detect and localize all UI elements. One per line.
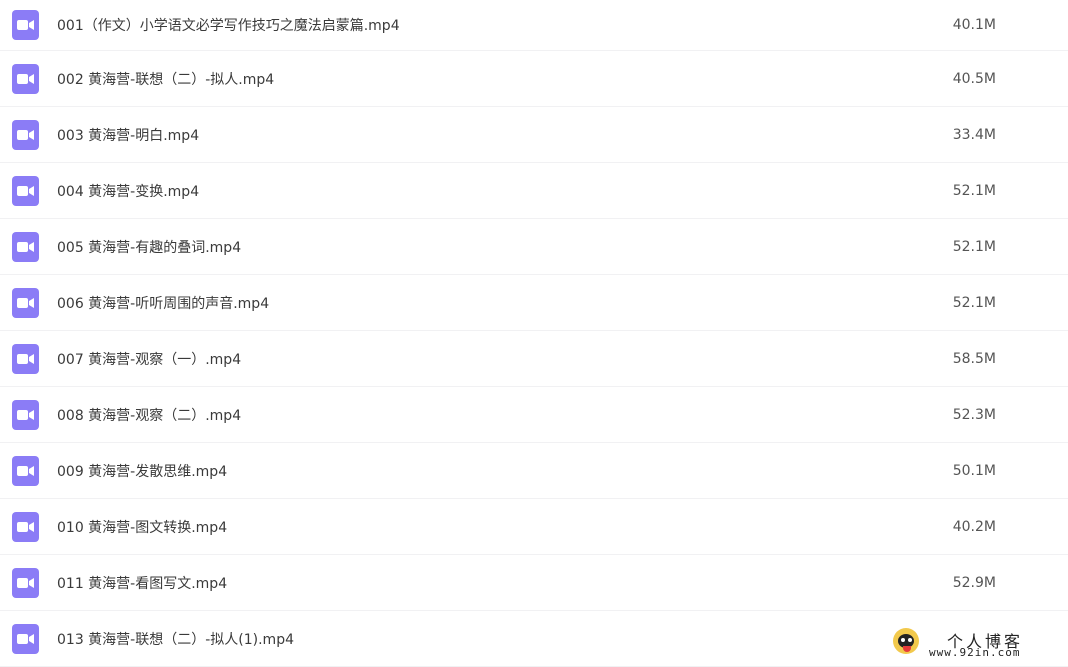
video-file-icon	[12, 511, 39, 542]
video-file-icon	[12, 10, 39, 40]
watermark: 个人博客 www.92in.com	[893, 628, 1063, 662]
video-file-icon	[12, 63, 39, 94]
file-size: 52.1M	[952, 182, 996, 199]
file-name: 006 黄海营-听听周围的声音.mp4	[57, 295, 270, 312]
file-row[interactable]: 003 黄海营-明白.mp4 33.4M	[0, 107, 1068, 163]
video-file-icon	[12, 231, 39, 262]
file-name: 002 黄海营-联想（二）-拟人.mp4	[57, 71, 275, 88]
video-file-icon	[12, 343, 39, 374]
video-file-icon	[12, 119, 39, 150]
file-name: 005 黄海营-有趣的叠词.mp4	[57, 239, 242, 256]
file-row[interactable]: 001（作文）小学语文必学写作技巧之魔法启蒙篇.mp4 40.1M	[0, 0, 1068, 51]
video-file-icon	[12, 399, 39, 430]
file-size: 52.3M	[952, 406, 996, 423]
file-row[interactable]: 010 黄海营-图文转换.mp4 40.2M	[0, 499, 1068, 555]
watermark-url: www.92in.com	[929, 646, 1021, 659]
file-name: 003 黄海营-明白.mp4	[57, 127, 200, 144]
file-size: 40.2M	[952, 518, 996, 535]
file-size: 33.4M	[952, 126, 996, 143]
video-file-icon	[12, 175, 39, 206]
file-size: 52.9M	[952, 574, 996, 591]
file-name: 009 黄海营-发散思维.mp4	[57, 463, 228, 480]
file-size: 58.5M	[952, 350, 996, 367]
file-row[interactable]: 011 黄海营-看图写文.mp4 52.9M	[0, 555, 1068, 611]
file-row[interactable]: 002 黄海营-联想（二）-拟人.mp4 40.5M	[0, 51, 1068, 107]
file-row[interactable]: 006 黄海营-听听周围的声音.mp4 52.1M	[0, 275, 1068, 331]
file-name: 010 黄海营-图文转换.mp4	[57, 519, 228, 536]
file-row[interactable]: 004 黄海营-变换.mp4 52.1M	[0, 163, 1068, 219]
file-size: 52.1M	[952, 238, 996, 255]
video-file-icon	[12, 455, 39, 486]
video-file-icon	[12, 287, 39, 318]
file-row[interactable]: 007 黄海营-观察（一）.mp4 58.5M	[0, 331, 1068, 387]
file-list: 001（作文）小学语文必学写作技巧之魔法启蒙篇.mp4 40.1M 002 黄海…	[0, 0, 1068, 667]
video-file-icon	[12, 623, 39, 654]
file-size: 40.1M	[952, 17, 996, 33]
file-row[interactable]: 009 黄海营-发散思维.mp4 50.1M	[0, 443, 1068, 499]
file-size: 52.1M	[952, 294, 996, 311]
file-name: 007 黄海营-观察（一）.mp4	[57, 351, 242, 368]
watermark-logo-icon	[893, 628, 919, 654]
file-size: 50.1M	[952, 462, 996, 479]
file-name: 013 黄海营-联想（二）-拟人(1).mp4	[57, 631, 294, 648]
video-file-icon	[12, 567, 39, 598]
file-row[interactable]: 008 黄海营-观察（二）.mp4 52.3M	[0, 387, 1068, 443]
file-name: 011 黄海营-看图写文.mp4	[57, 575, 228, 592]
file-row[interactable]: 005 黄海营-有趣的叠词.mp4 52.1M	[0, 219, 1068, 275]
file-name: 004 黄海营-变换.mp4	[57, 183, 200, 200]
file-size: 40.5M	[952, 70, 996, 87]
file-name: 008 黄海营-观察（二）.mp4	[57, 407, 242, 424]
file-name: 001（作文）小学语文必学写作技巧之魔法启蒙篇.mp4	[57, 18, 400, 34]
